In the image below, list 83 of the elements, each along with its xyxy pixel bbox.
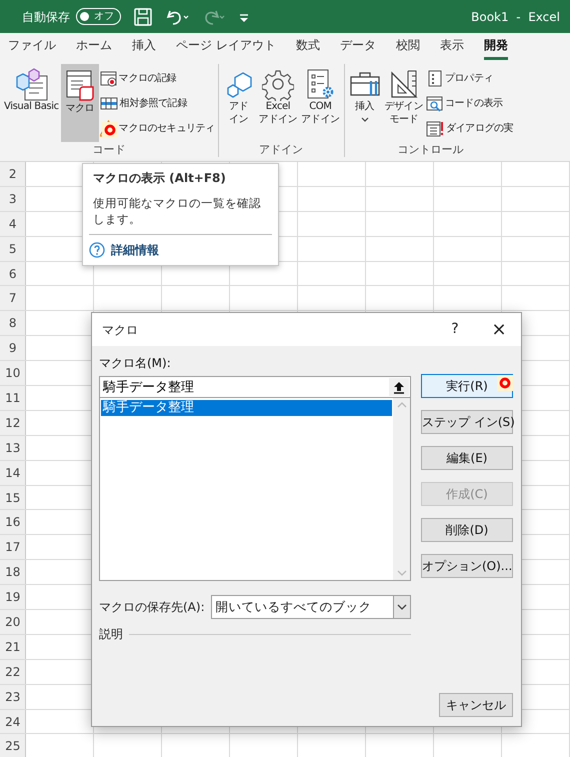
window-title: Book1 - Excel <box>471 8 560 26</box>
ribbon-button[interactable]: Excel アドイン <box>256 64 300 142</box>
row-header: 22 <box>0 660 26 684</box>
dialog-icon <box>426 120 444 136</box>
row-header: 2 <box>0 162 26 186</box>
autosave-toggle[interactable]: オフ <box>76 8 121 25</box>
scroll-up-icon <box>396 402 406 408</box>
row-header: 25 <box>0 734 26 757</box>
ribbon-button[interactable]: プロパティ <box>424 67 514 89</box>
dialog-button[interactable]: 編集(E) <box>421 446 513 470</box>
ribbon-tab[interactable]: ホーム <box>76 32 112 60</box>
ribbon-tab[interactable]: 挿入 <box>132 32 156 60</box>
tooltip-title: マクロの表示 (Alt+F8) <box>92 170 227 187</box>
ribbon-tab[interactable]: データ <box>340 32 376 60</box>
properties-icon <box>426 70 443 86</box>
caret-icon <box>360 116 369 122</box>
ribbon-button[interactable]: コードの表示 <box>424 92 514 114</box>
list-item[interactable]: 騎手データ整理 <box>101 400 392 416</box>
ribbon-button[interactable]: マクロの記録 <box>98 67 216 89</box>
close-button[interactable]: × <box>477 313 521 346</box>
row-header: 15 <box>0 486 26 510</box>
row-header: 19 <box>0 585 26 610</box>
dialog-button[interactable]: ステップ イン(S) <box>421 410 513 434</box>
circle-marker-icon <box>497 375 513 391</box>
ribbon-tab[interactable]: ファイル <box>8 32 56 60</box>
section-label: 説明 <box>99 626 123 643</box>
magnifier-window-icon <box>426 94 443 112</box>
help-link[interactable]: 詳細情報 <box>89 241 159 260</box>
field-label: マクロ名(M): <box>99 355 172 372</box>
row-header: 18 <box>0 560 26 584</box>
row-header: 4 <box>0 212 26 236</box>
tooltip-description: 使用可能なマクロの一覧を確認します。 <box>92 195 262 228</box>
circle-marker-icon <box>102 122 118 138</box>
ribbon-tab[interactable]: 表示 <box>440 32 464 60</box>
chevron-down-icon <box>397 604 407 610</box>
ribbon-button[interactable]: 相対参照で記録 <box>98 92 216 114</box>
row-header: 21 <box>0 634 26 659</box>
scroll-down-icon <box>396 570 406 576</box>
field-label: マクロの保存先(A): <box>99 599 205 616</box>
up-arrow-icon <box>393 380 405 394</box>
help-button[interactable]: ? <box>433 313 477 346</box>
ribbon-button[interactable]: アド イン <box>220 64 257 142</box>
row-header: 12 <box>0 410 26 435</box>
ribbon-tab[interactable]: 数式 <box>296 32 320 60</box>
ribbon-tab[interactable]: 校閲 <box>396 32 420 60</box>
row-header: 13 <box>0 436 26 460</box>
ribbon-button[interactable]: Visual Basic <box>2 64 61 142</box>
row-header: 23 <box>0 684 26 709</box>
grid-icon <box>100 94 118 112</box>
row-header: 24 <box>0 710 26 734</box>
record-icon <box>100 70 117 86</box>
ribbon-button[interactable]: COM アドイン <box>299 64 342 142</box>
group-label: アドイン <box>258 142 304 158</box>
dialog-title: マクロ <box>102 322 138 338</box>
row-header: 20 <box>0 610 26 634</box>
dialog-button[interactable]: 削除(D) <box>421 518 513 542</box>
ribbon-button[interactable]: 挿入 <box>346 64 383 142</box>
group-label: コード <box>91 142 126 158</box>
row-header: 16 <box>0 510 26 534</box>
row-header: 10 <box>0 361 26 386</box>
row-header: 11 <box>0 386 26 410</box>
save-icon <box>133 6 153 26</box>
upload-button[interactable] <box>389 378 409 396</box>
help-icon <box>89 242 105 258</box>
row-header: 8 <box>0 311 26 336</box>
ribbon-tab[interactable]: ページ レイアウト <box>176 32 276 60</box>
dialog-button[interactable]: オプション(O)... <box>421 554 513 578</box>
row-header: 5 <box>0 236 26 261</box>
cancel-button[interactable]: キャンセル <box>439 693 513 717</box>
location-dropdown[interactable]: 開いているすべてのブック <box>210 595 411 619</box>
group-label: コントロール <box>396 142 464 158</box>
ribbon-button[interactable]: ダイアログの実 <box>424 117 514 139</box>
row-header: 17 <box>0 535 26 560</box>
row-header: 7 <box>0 286 26 310</box>
ribbon-button[interactable]: デザイン モード <box>382 64 425 142</box>
autosave-label: 自動保存 <box>22 8 70 26</box>
save-button[interactable] <box>133 6 153 26</box>
ribbon-button[interactable]: マクロ <box>60 64 99 142</box>
row-header: 3 <box>0 186 26 211</box>
row-header: 14 <box>0 460 26 485</box>
row-header: 9 <box>0 336 26 360</box>
row-header: 6 <box>0 262 26 286</box>
macro-name-field[interactable]: 騎手データ整理 <box>99 376 411 398</box>
